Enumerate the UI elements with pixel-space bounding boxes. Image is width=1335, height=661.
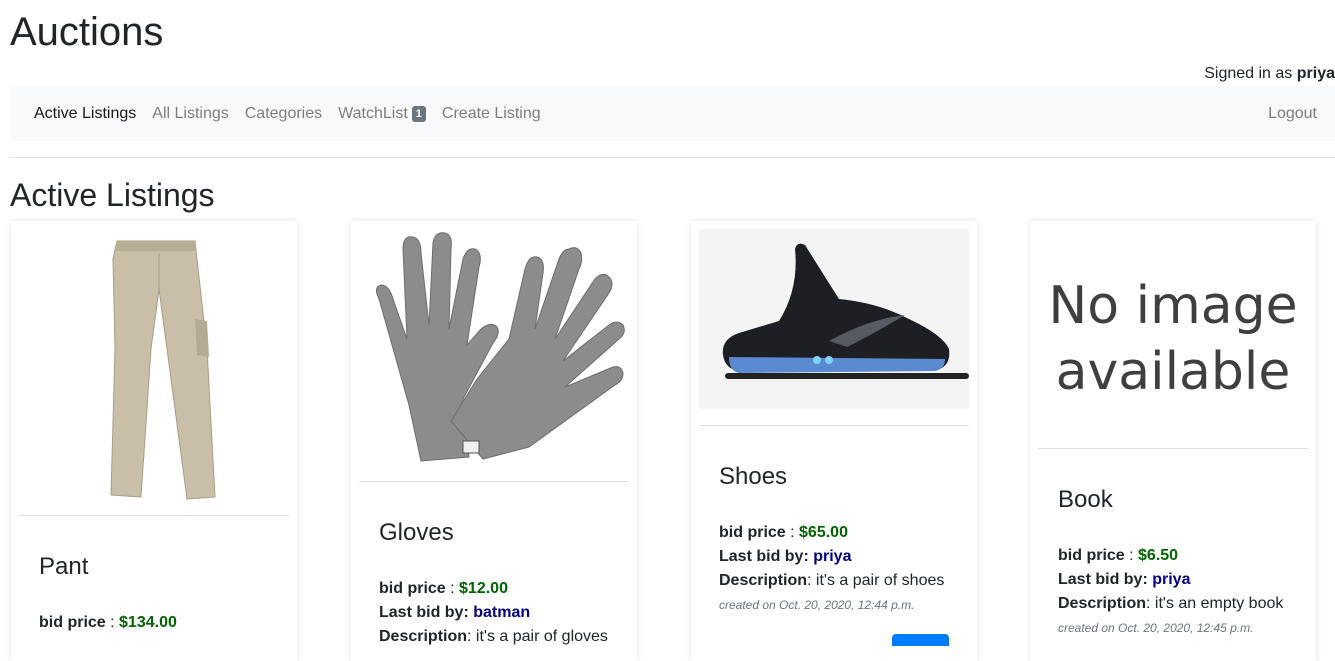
description-text: it's an empty book: [1154, 595, 1284, 612]
description-label: Description: [379, 628, 468, 645]
bid-price-line: bid price : $12.00: [379, 580, 508, 597]
bid-price-label: bid price: [1058, 547, 1125, 564]
nav-active-listings[interactable]: Active Listings: [10, 105, 144, 123]
last-bid-label: Last bid by:: [1058, 571, 1148, 588]
page-heading: Active Listings: [10, 177, 215, 213]
nav-create-listing[interactable]: Create Listing: [434, 105, 549, 123]
nav-watchlist-label: WatchList: [338, 104, 408, 122]
bid-price-value: $12.00: [459, 580, 508, 597]
listing-card-gloves[interactable]: Gloves bid price : $12.00 Last bid by: b…: [351, 221, 637, 661]
view-listing-button[interactable]: [892, 634, 949, 646]
no-image-line2: available: [1055, 342, 1291, 402]
card-body: Gloves bid price : $12.00 Last bid by: b…: [379, 519, 617, 649]
created-date: created on Oct. 20, 2020, 12:45 p.m.: [1058, 621, 1254, 635]
last-bid-line: Last bid by: priya: [1058, 568, 1296, 592]
listing-title[interactable]: Shoes: [719, 463, 957, 491]
description-text: it's a pair of gloves: [475, 628, 608, 645]
description-label: Description: [719, 572, 808, 589]
last-bid-label: Last bid by:: [379, 604, 469, 621]
last-bidder: priya: [1152, 571, 1191, 588]
last-bidder: batman: [473, 604, 531, 621]
nav-watchlist[interactable]: WatchList 1: [330, 105, 434, 123]
card-body: Shoes bid price : $65.00 Last bid by: pr…: [719, 463, 957, 617]
created-date: created on Oct. 20, 2020, 12:44 p.m.: [719, 598, 915, 612]
bid-price-value: $6.50: [1138, 547, 1179, 564]
bid-price-label: bid price: [379, 580, 446, 597]
card-body: Book bid price : $6.50 Last bid by: priy…: [1058, 486, 1296, 640]
listing-title[interactable]: Gloves: [379, 519, 617, 547]
listing-title[interactable]: Pant: [39, 553, 277, 581]
listing-card-shoes[interactable]: Shoes bid price : $65.00 Last bid by: pr…: [691, 221, 977, 661]
site-title: Auctions: [10, 10, 164, 54]
card-divider: [699, 425, 969, 426]
description-line: Description: it's a pair of shoes: [719, 572, 945, 589]
bid-price-line: bid price : $6.50: [1058, 547, 1179, 564]
bid-price-value: $65.00: [799, 524, 848, 541]
last-bid-line: Last bid by: batman: [379, 601, 617, 625]
pants-image[interactable]: [19, 229, 289, 513]
gloves-image[interactable]: [359, 229, 629, 479]
bid-price-value: $134.00: [119, 614, 177, 631]
card-divider: [359, 481, 629, 482]
bid-price-line: bid price : $134.00: [39, 614, 177, 631]
listing-title[interactable]: Book: [1058, 486, 1296, 514]
nav-categories[interactable]: Categories: [237, 105, 330, 123]
bid-price-line: bid price : $65.00: [719, 524, 848, 541]
logout-link[interactable]: Logout: [1260, 86, 1325, 141]
signed-in-username: priya: [1296, 65, 1335, 82]
card-body: Pant bid price : $134.00: [39, 553, 277, 635]
nav-all-listings[interactable]: All Listings: [144, 105, 236, 123]
signed-in-prefix: Signed in as: [1204, 65, 1293, 82]
description-label: Description: [1058, 595, 1147, 612]
divider: [10, 157, 1335, 158]
watchlist-count-badge: 1: [411, 105, 426, 122]
no-image-placeholder[interactable]: No image available: [1038, 229, 1308, 449]
last-bidder: priya: [813, 548, 852, 565]
no-image-line1: No image: [1048, 276, 1298, 336]
signed-in-status: Signed in as priya: [1204, 64, 1335, 84]
nav-list: Active Listings All Listings Categories …: [10, 86, 549, 141]
navbar: Active Listings All Listings Categories …: [10, 86, 1335, 141]
listing-card-book[interactable]: No image available Book bid price : $6.5…: [1030, 221, 1316, 661]
description-line: Description: it's an empty book: [1058, 595, 1284, 612]
card-divider: [19, 515, 289, 516]
bid-price-label: bid price: [719, 524, 786, 541]
description-line: Description: it's a pair of gloves: [379, 628, 608, 645]
last-bid-line: Last bid by: priya: [719, 545, 957, 569]
shoe-image[interactable]: [699, 229, 969, 409]
bid-price-label: bid price: [39, 614, 106, 631]
listing-card-pant[interactable]: Pant bid price : $134.00: [11, 221, 297, 661]
description-text: it's a pair of shoes: [815, 572, 945, 589]
last-bid-label: Last bid by:: [719, 548, 809, 565]
card-divider: [1038, 448, 1308, 449]
